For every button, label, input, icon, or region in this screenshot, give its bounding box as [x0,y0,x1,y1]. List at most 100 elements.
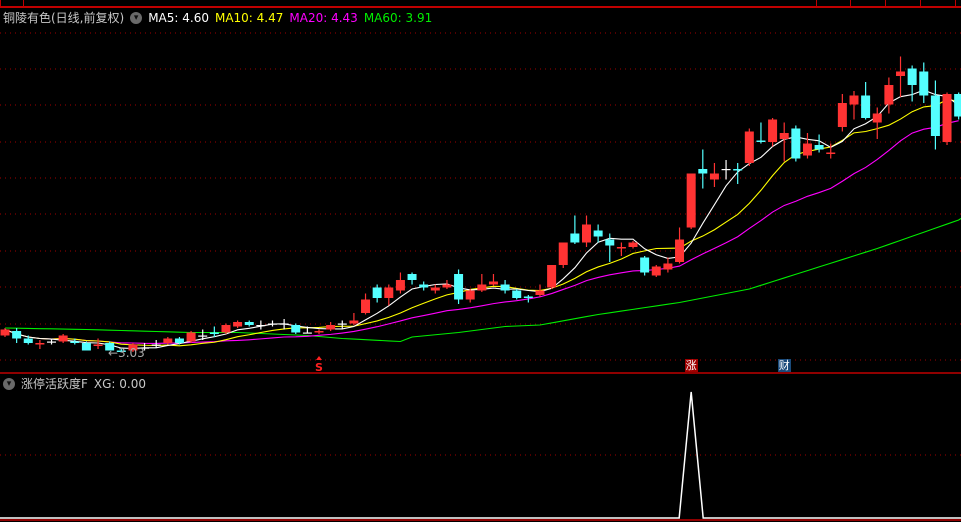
candle-body [174,338,184,343]
candle-body [372,287,382,298]
candle-body [872,113,882,123]
candle-body [640,257,650,273]
candle-body [570,233,580,243]
candle-body [0,329,10,336]
candle-body [675,239,685,262]
tab-box[interactable] [885,0,921,7]
candle-body [826,152,836,154]
candle-body [558,242,568,265]
candle-body [291,325,301,333]
candle-body [628,242,638,247]
ma60-value: MA60: 3.91 [363,10,433,25]
candle-body [768,119,778,142]
candles [0,56,961,352]
signal-marker-cai: 财 [777,359,791,372]
chevron-down-icon[interactable]: ▾ [130,11,143,24]
candle-body [279,323,289,325]
candle-body [256,325,266,327]
candle-body [349,320,359,324]
indicator-title: 涨停活跃度F [21,377,88,391]
ma5-value: MA5: 4.60 [148,10,209,25]
candle-body [523,296,533,298]
tab-box[interactable] [0,0,24,7]
candle-body [663,263,673,270]
candle-body [582,224,591,243]
candle-body [512,290,522,298]
candle-body [454,274,464,300]
indicator-value: XG: 0.00 [93,376,147,391]
candle-body [756,140,766,142]
candle-body [477,284,487,291]
candle-body [244,322,254,325]
candle-body [361,299,371,313]
candle-body [233,322,243,327]
candle-body [779,133,789,139]
candle-body [93,344,103,346]
candle-body [954,94,961,117]
candle-body [733,169,743,171]
tab-box[interactable] [816,0,851,7]
candle-body [919,71,929,96]
candle-body [837,103,847,127]
candle-body [849,95,859,105]
kline-chart [0,32,961,521]
up-triangle-icon [316,356,323,360]
low-price-label: ←3.03 [108,346,145,360]
candle-body [384,287,394,298]
candle-body [744,131,754,163]
candle-body [81,343,91,351]
candle-body [616,247,626,249]
ma20-value: MA20: 4.43 [289,10,358,25]
ma5-line [4,89,959,349]
main-header: 铜陵有色(日线,前复权) ▾ MA5: 4.60 MA10: 4.47 MA20… [3,9,432,26]
candle-body [930,95,940,136]
candle-body [896,71,906,76]
signal-marker-s: S [315,361,323,374]
candle-body [442,284,452,288]
candle-body [884,85,894,105]
candle-body [221,325,231,333]
candle-body [314,331,324,333]
candle-body [721,169,731,171]
chevron-down-icon[interactable]: ▾ [3,377,15,390]
candle-body [535,290,545,295]
candle-body [593,230,603,237]
candle-body [547,265,557,288]
tab-box[interactable] [920,0,956,7]
candle-body [47,341,57,343]
candle-body [151,344,161,346]
candle-body [23,338,33,343]
candle-body [186,332,196,342]
candle-body [337,323,347,325]
candle-body [58,335,68,342]
candle-body [395,280,405,291]
stock-title: 铜陵有色(日线,前复权) [3,11,125,25]
top-tab-bar [0,0,961,8]
candle-body [802,143,812,156]
candle-body [907,68,917,85]
signal-marker-zhang: 涨 [684,359,698,372]
candle-body [861,95,871,118]
ma10-line [4,99,959,347]
candle-body [605,239,615,246]
candle-body [814,145,824,150]
candle-body [70,341,80,343]
ma20-line [4,120,959,344]
candle-body [419,284,429,288]
candle-body [942,94,952,142]
candle-body [651,266,661,276]
candle-body [302,332,312,334]
candle-body [791,128,801,159]
candle-body [209,332,219,334]
candle-body [698,169,708,174]
candle-body [709,173,719,180]
candle-body [163,338,173,343]
candle-body [430,287,440,291]
candle-body [12,331,22,339]
candle-body [488,281,498,285]
candle-body [267,323,277,325]
tab-box[interactable] [850,0,886,7]
candle-body [465,290,475,300]
indicator-header: ▾ 涨停活跃度F XG: 0.00 [3,375,146,392]
moving-average-lines [4,89,961,349]
